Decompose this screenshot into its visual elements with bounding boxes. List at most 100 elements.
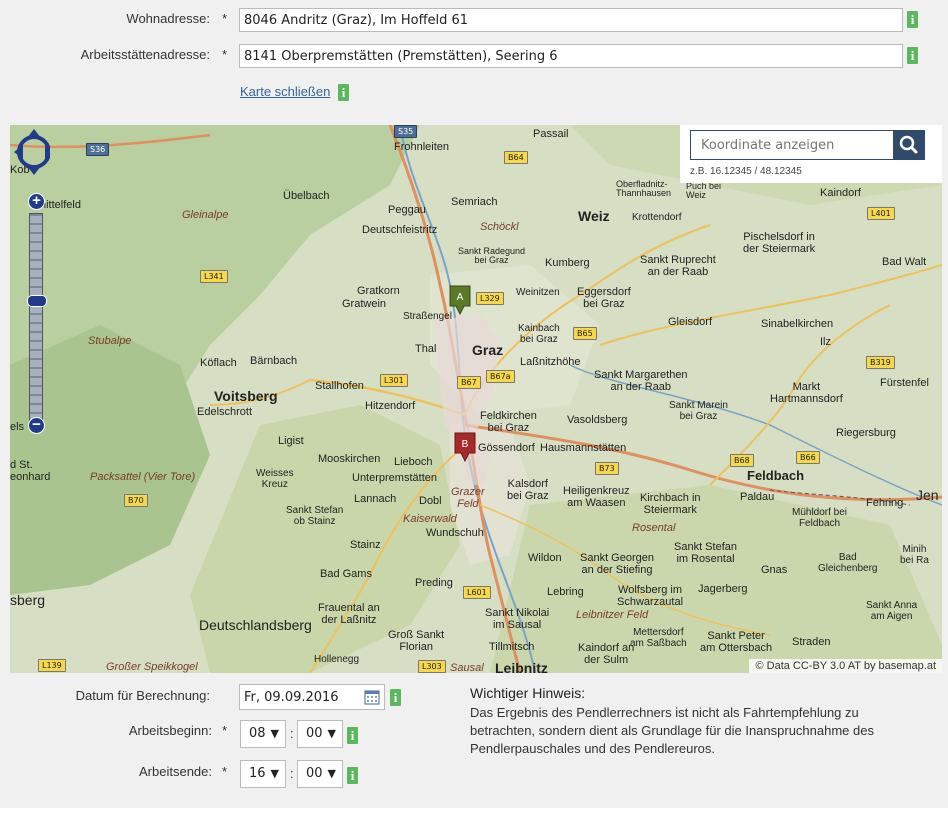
map-label: Gratkorn (357, 285, 400, 297)
end-required-mark: * (222, 764, 228, 779)
home-address-input[interactable] (239, 8, 903, 32)
coordinate-search-button[interactable] (893, 130, 925, 160)
end-hour-select[interactable]: 16 ▼ (240, 760, 286, 788)
map-label: Markt Hartmannsdorf (770, 381, 843, 405)
map-label: Laßnitzhöhe (520, 356, 581, 368)
map-label: Stainz (350, 539, 381, 551)
map-label: Kaindorf (820, 187, 861, 199)
road-shield: B68 (730, 454, 754, 467)
notice-body: Das Ergebnis des Pendlerrechners ist nic… (470, 705, 874, 756)
date-label: Datum für Berechnung: (75, 688, 210, 703)
map-label: Fehring (866, 497, 904, 509)
map-label: Gleinalpe (182, 209, 229, 221)
map-label: Voitsberg (214, 388, 278, 404)
close-map-link[interactable]: Karte schließen (240, 84, 330, 99)
notice-title: Wichtiger Hinweis: (470, 685, 586, 701)
map-label: Unterpremstätten (352, 472, 437, 484)
zoom-out-icon[interactable]: − (28, 417, 45, 434)
home-required-mark: * (222, 11, 228, 26)
map-label: Sankt Anna am Aigen (866, 600, 918, 622)
end-minute-select[interactable]: 00 ▼ (297, 760, 343, 788)
map-label: Kainbach bei Graz (518, 323, 560, 345)
map-label: Krottendorf (632, 212, 682, 223)
calendar-icon[interactable] (364, 689, 380, 705)
marker-a-label: A (457, 292, 464, 303)
map-label: Sankt Georgen an der Stiefing (580, 552, 654, 576)
route-map[interactable]: Passail Frohnleiten Übelbach Peggau Semr… (10, 125, 942, 673)
map-label: Mettersdorf am Saßbach (630, 627, 687, 649)
zoom-track[interactable] (29, 213, 43, 423)
start-minute-select[interactable]: 00 ▼ (297, 720, 343, 748)
map-label: Graz (472, 342, 504, 358)
map-label: Köflach (200, 357, 237, 369)
start-minute-value: 00 (306, 726, 323, 741)
work-address-label: Arbeitsstättenadresse: (80, 47, 210, 62)
time-separator: : (290, 726, 294, 741)
map-label: Sankt Marein bei Graz (669, 400, 728, 422)
map-label: Feldbach (747, 468, 805, 483)
info-icon[interactable]: i (338, 84, 349, 101)
road-shield: L341 (200, 270, 228, 283)
map-label: Eggersdorf bei Graz (577, 286, 631, 310)
map-label: Leibnitz (495, 660, 548, 673)
map-label: Deutschfeistritz (362, 224, 438, 236)
info-icon[interactable]: i (347, 767, 358, 784)
end-hour-value: 16 (249, 766, 266, 781)
map-label: Rosental (632, 522, 676, 534)
map-label: Puch bei Weiz (686, 181, 722, 201)
map-label: Semriach (451, 196, 498, 208)
coordinate-search: z.B. 16.12345 / 48.12345 (680, 125, 942, 183)
map-label: Wolfsberg im Schwarzautal (617, 584, 684, 608)
date-input[interactable]: Fr, 09.09.2016 (239, 684, 385, 710)
map-label: Mooskirchen (318, 453, 381, 465)
map-label: Edelschrott (197, 406, 253, 418)
map-label: Hitzendorf (365, 400, 416, 412)
info-icon[interactable]: i (907, 47, 918, 64)
road-shield: L329 (476, 292, 504, 305)
map-marker-icon[interactable]: B (454, 432, 476, 462)
info-icon[interactable]: i (907, 11, 918, 28)
chevron-down-icon: ▼ (327, 727, 336, 740)
map-label: Ilz (820, 336, 831, 348)
info-icon[interactable]: i (347, 727, 358, 744)
map-label: Kalsdorf bei Graz (507, 478, 549, 502)
map-label: Kumberg (545, 257, 590, 269)
end-minute-value: 00 (306, 766, 323, 781)
map-label: Schöckl (480, 221, 519, 233)
map-label: Ligist (278, 435, 304, 447)
map-label: Sankt Stefan ob Stainz (286, 505, 344, 527)
zoom-slider[interactable] (27, 295, 47, 307)
map-label: Weisses Kreuz (256, 468, 294, 490)
map-label: Kaindorf an der Sulm (578, 642, 635, 666)
map-label: Lebring (547, 586, 584, 598)
start-hour-select[interactable]: 08 ▼ (240, 720, 286, 748)
map-label: Bärnbach (250, 355, 298, 367)
road-shield: B70 (124, 494, 148, 507)
map-label: Fürstenfel (880, 377, 929, 389)
info-icon[interactable]: i (390, 689, 401, 706)
pan-icon[interactable] (10, 125, 50, 179)
map-label: Stubalpe (88, 335, 132, 347)
road-shield: L303 (418, 660, 446, 673)
work-required-mark: * (222, 47, 228, 62)
map-label: Frauental an der Laßnitz (318, 602, 380, 626)
work-address-input[interactable] (239, 44, 903, 68)
coordinate-input[interactable] (690, 130, 895, 160)
road-shield: B67a (486, 370, 515, 383)
map-label: Kirchbach in Steiermark (640, 492, 701, 516)
map-label: Tillmitsch (489, 641, 535, 653)
map-label: Riegersburg (836, 427, 896, 439)
end-label: Arbeitsende: (139, 764, 212, 779)
map-label: Paldau (740, 491, 775, 503)
road-shield: L601 (463, 586, 491, 599)
zoom-in-icon[interactable]: + (28, 193, 45, 210)
map-label: Lieboch (394, 456, 433, 468)
start-required-mark: * (222, 723, 228, 738)
map-label: sberg (10, 592, 46, 608)
chevron-down-icon: ▼ (270, 767, 279, 780)
map-label: Weiz (578, 208, 610, 224)
map-label: Sankt Stefan im Rosental (674, 541, 737, 565)
map-marker-icon[interactable]: A (449, 285, 471, 315)
map-label: Sinabelkirchen (761, 318, 834, 330)
road-shield: S36 (86, 143, 110, 156)
